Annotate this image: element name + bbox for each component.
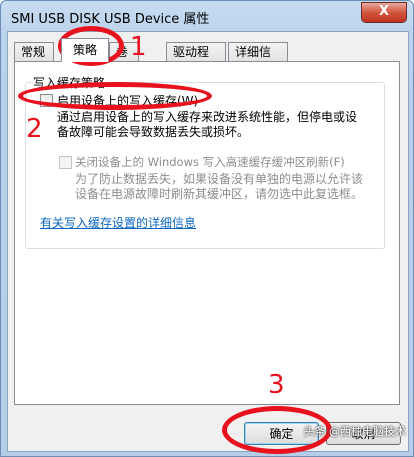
policies-panel: 写入缓存策略 启用设备上的写入缓存(W) 通过启用设备上的写入缓存来改进系统性能…: [14, 61, 400, 405]
disable-flush-checkbox[interactable]: [59, 156, 72, 169]
tab-general[interactable]: 常规: [14, 42, 54, 61]
enable-write-cache-description: 通过启用设备上的写入缓存来改进系统性能，但停电或设备故障可能会导致数据丢失或损坏…: [57, 110, 358, 139]
watermark: 头条 @西柚电脑技术: [303, 425, 407, 438]
write-cache-info-link[interactable]: 有关写入缓存设置的详细信息: [40, 214, 196, 231]
window-title: SMI USB DISK USB Device 属性: [11, 12, 210, 27]
tab-driver[interactable]: 驱动程序: [166, 42, 226, 78]
tab-details[interactable]: 详细信息: [228, 42, 288, 78]
disable-flush-label[interactable]: 关闭设备上的 Windows 写入高速缓存缓冲区刷新(F): [75, 154, 345, 170]
close-button[interactable]: X: [361, 2, 407, 23]
step3-number: 3: [268, 370, 285, 400]
step1-number: 1: [130, 32, 147, 62]
step2-highlight-ring: [18, 82, 212, 110]
tab-policies[interactable]: 策略: [61, 38, 109, 62]
properties-window: SMI USB DISK USB Device 属性 X 常规 策略 卷 驱动程…: [0, 0, 414, 457]
disable-flush-description: 为了防止数据丢失，如果设备没有单独的电源以允许该设备在电源故障时刷新其缓冲区，请…: [75, 172, 364, 201]
step2-number: 2: [26, 114, 43, 144]
title-bar[interactable]: SMI USB DISK USB Device 属性 X: [1, 1, 413, 31]
